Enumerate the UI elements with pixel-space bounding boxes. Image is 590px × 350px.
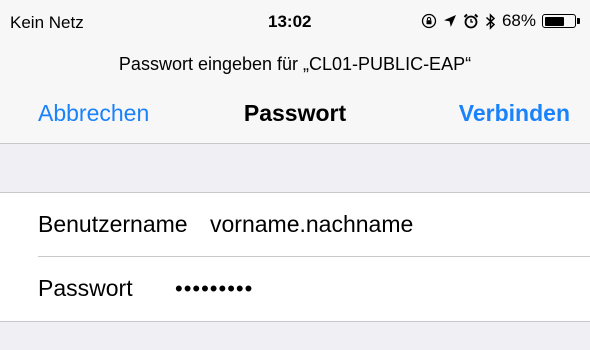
- battery-icon: [542, 14, 576, 28]
- connect-button[interactable]: Verbinden: [459, 100, 570, 127]
- location-arrow-icon: [443, 14, 457, 28]
- password-field[interactable]: •••••••••: [175, 276, 253, 302]
- username-row[interactable]: Benutzername vorname.nachname: [0, 193, 590, 257]
- username-field[interactable]: vorname.nachname: [210, 211, 413, 238]
- battery-fill: [544, 16, 564, 26]
- bluetooth-icon: [485, 12, 496, 30]
- password-row[interactable]: Passwort •••••••••: [0, 257, 590, 320]
- alarm-icon: [463, 13, 479, 29]
- battery-percent: 68%: [501, 11, 536, 30]
- dialog-prompt: Passwort eingeben für „CL01-PUBLIC-EAP“: [118, 54, 472, 74]
- carrier-label: Kein Netz: [10, 13, 84, 32]
- battery-cap: [577, 18, 580, 24]
- status-icons: 68%: [421, 11, 580, 31]
- group-separator: [0, 144, 590, 193]
- clock: 13:02: [268, 12, 312, 31]
- credentials-form: Benutzername vorname.nachname Passwort •…: [0, 193, 590, 321]
- status-bar: Kein Netz 13:02 68%: [0, 0, 590, 40]
- rotation-lock-icon: [421, 13, 437, 29]
- password-label: Passwort: [38, 275, 133, 301]
- bottom-background: [0, 321, 590, 350]
- username-label: Benutzername: [38, 211, 188, 237]
- navigation-bar: Passwort eingeben für „CL01-PUBLIC-EAP“ …: [0, 40, 590, 144]
